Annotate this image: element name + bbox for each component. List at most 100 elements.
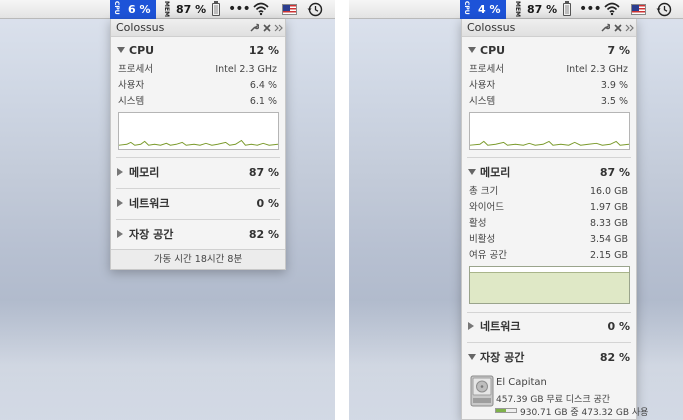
divider — [467, 157, 631, 158]
panel-header: Colossus — [111, 19, 285, 37]
time-machine-icon[interactable] — [656, 2, 672, 17]
mem-percent[interactable]: 87 % — [176, 0, 206, 19]
disk-name: El Capitan — [496, 377, 547, 388]
row-label: 사용자 — [118, 80, 145, 91]
more-icon[interactable]: ••• — [228, 0, 251, 19]
row-label: 프로세서 — [469, 64, 504, 75]
close-icon[interactable] — [262, 23, 272, 33]
row-label: 시스템 — [469, 96, 496, 107]
cpu-vertical-label: CPU — [113, 1, 120, 15]
row-value: 3.54 GB — [589, 234, 628, 245]
row-label: 프로세서 — [118, 64, 153, 75]
row-value: 8.33 GB — [589, 218, 628, 229]
memory-row-wired: 와이어드 1.97 GB — [469, 201, 628, 214]
row-label: 총 크기 — [469, 186, 499, 197]
us-flag-icon[interactable] — [631, 4, 646, 15]
cpu-value: 12 % — [248, 44, 279, 57]
row-value: Intel 2.3 GHz — [566, 64, 628, 75]
network-section-header[interactable]: 네트워크 0 % — [117, 197, 279, 211]
colossus-panel: Colossus CPU 12 % 프로세서 Intel 2.3 GHz 사용자… — [110, 19, 286, 270]
row-label: 여유 공간 — [469, 250, 507, 261]
expand-triangle-icon — [117, 199, 123, 207]
collapse-triangle-icon — [117, 47, 125, 53]
disk-usage-fill — [496, 409, 507, 412]
collapse-triangle-icon — [468, 47, 476, 53]
wrench-icon[interactable] — [249, 23, 259, 33]
disk-usage-text: 930.71 GB 중 473.32 GB 사용 — [520, 408, 649, 418]
cpu-value: 7 % — [607, 44, 630, 57]
storage-label: 자장 공간 — [129, 228, 174, 241]
cpu-label: CPU — [129, 44, 155, 57]
network-section-header[interactable]: 네트워크 0 % — [468, 320, 630, 334]
cpu-row-user: 사용자 6.4 % — [118, 79, 277, 92]
wifi-icon[interactable] — [253, 2, 269, 16]
divider — [467, 312, 631, 313]
storage-section-header[interactable]: 자장 공간 82 % — [117, 228, 279, 242]
storage-value: 82 % — [248, 228, 279, 241]
more-icon[interactable]: ••• — [579, 0, 602, 19]
row-label: 와이어드 — [469, 202, 504, 213]
network-label: 네트워크 — [480, 320, 521, 333]
storage-value: 82 % — [599, 351, 630, 364]
wrench-icon[interactable] — [600, 23, 610, 33]
memory-value: 87 % — [248, 166, 279, 179]
cpu-percent: 4 % — [478, 3, 501, 16]
cpu-menu-extra[interactable]: CPU 4 % — [460, 0, 506, 19]
colossus-panel: Colossus CPU 7 % 프로세서 Intel 2.3 GHz 사용자 … — [461, 19, 648, 420]
cpu-menu-extra[interactable]: CPU 6 % — [110, 0, 156, 19]
network-value: 0 % — [607, 320, 630, 333]
battery-icon[interactable] — [212, 1, 220, 16]
collapse-triangle-icon — [468, 354, 476, 360]
divider — [116, 219, 280, 220]
us-flag-icon[interactable] — [282, 4, 297, 15]
cpu-row-system: 시스템 3.5 % — [469, 95, 628, 108]
row-label: 비활성 — [469, 234, 496, 245]
memory-used-fill — [470, 271, 629, 303]
collapse-triangle-icon — [468, 169, 476, 175]
disk-free-text: 457.39 GB 무료 디스크 공간 — [496, 395, 611, 405]
uptime-footer: 가동 시간 18시간 8분 — [111, 249, 285, 269]
row-value: 6.4 % — [249, 80, 277, 91]
cpu-section-header[interactable]: CPU 12 % — [117, 44, 279, 58]
row-label: 활성 — [469, 218, 487, 229]
memory-section-header[interactable]: 메모리 87 % — [468, 166, 630, 180]
panel-title: Colossus — [116, 21, 165, 34]
memory-row-inactive: 비활성 3.54 GB — [469, 233, 628, 246]
menu-bar: CPU 6 % MEM 87 % ••• — [0, 0, 335, 19]
battery-icon[interactable] — [563, 1, 571, 16]
mem-vertical-label: MEM — [514, 1, 521, 18]
mem-percent[interactable]: 87 % — [527, 0, 557, 19]
right-screenshot: CPU 4 % MEM 87 % ••• Colossus CPU 7 % 프로… — [349, 0, 683, 420]
expand-icon[interactable] — [625, 23, 635, 33]
panel-title: Colossus — [467, 21, 516, 34]
row-label: 시스템 — [118, 96, 145, 107]
cpu-section-header[interactable]: CPU 7 % — [468, 44, 630, 58]
cpu-history-graph — [118, 112, 279, 150]
row-value: Intel 2.3 GHz — [215, 64, 277, 75]
memory-label: 메모리 — [129, 166, 160, 179]
cpu-row-processor: 프로세서 Intel 2.3 GHz — [469, 63, 628, 76]
close-icon[interactable] — [613, 23, 623, 33]
memory-section-header[interactable]: 메모리 87 % — [117, 166, 279, 180]
disk-usage-bar — [495, 408, 517, 413]
row-value: 3.9 % — [600, 80, 628, 91]
row-value: 16.0 GB — [589, 186, 628, 197]
cpu-label: CPU — [480, 44, 506, 57]
cpu-row-user: 사용자 3.9 % — [469, 79, 628, 92]
network-value: 0 % — [256, 197, 279, 210]
expand-icon[interactable] — [274, 23, 284, 33]
memory-label: 메모리 — [480, 166, 511, 179]
cpu-history-graph — [469, 112, 630, 150]
left-screenshot: CPU 6 % MEM 87 % ••• Colossus CPU 12 % 프… — [0, 0, 335, 420]
divider — [116, 157, 280, 158]
storage-label: 자장 공간 — [480, 351, 525, 364]
row-value: 2.15 GB — [589, 250, 628, 261]
expand-triangle-icon — [117, 230, 123, 238]
storage-section-header[interactable]: 자장 공간 82 % — [468, 351, 630, 365]
divider — [467, 342, 631, 343]
expand-triangle-icon — [468, 322, 474, 330]
time-machine-icon[interactable] — [307, 2, 323, 17]
cpu-row-system: 시스템 6.1 % — [118, 95, 277, 108]
wifi-icon[interactable] — [604, 2, 620, 16]
hard-drive-icon — [470, 375, 494, 407]
